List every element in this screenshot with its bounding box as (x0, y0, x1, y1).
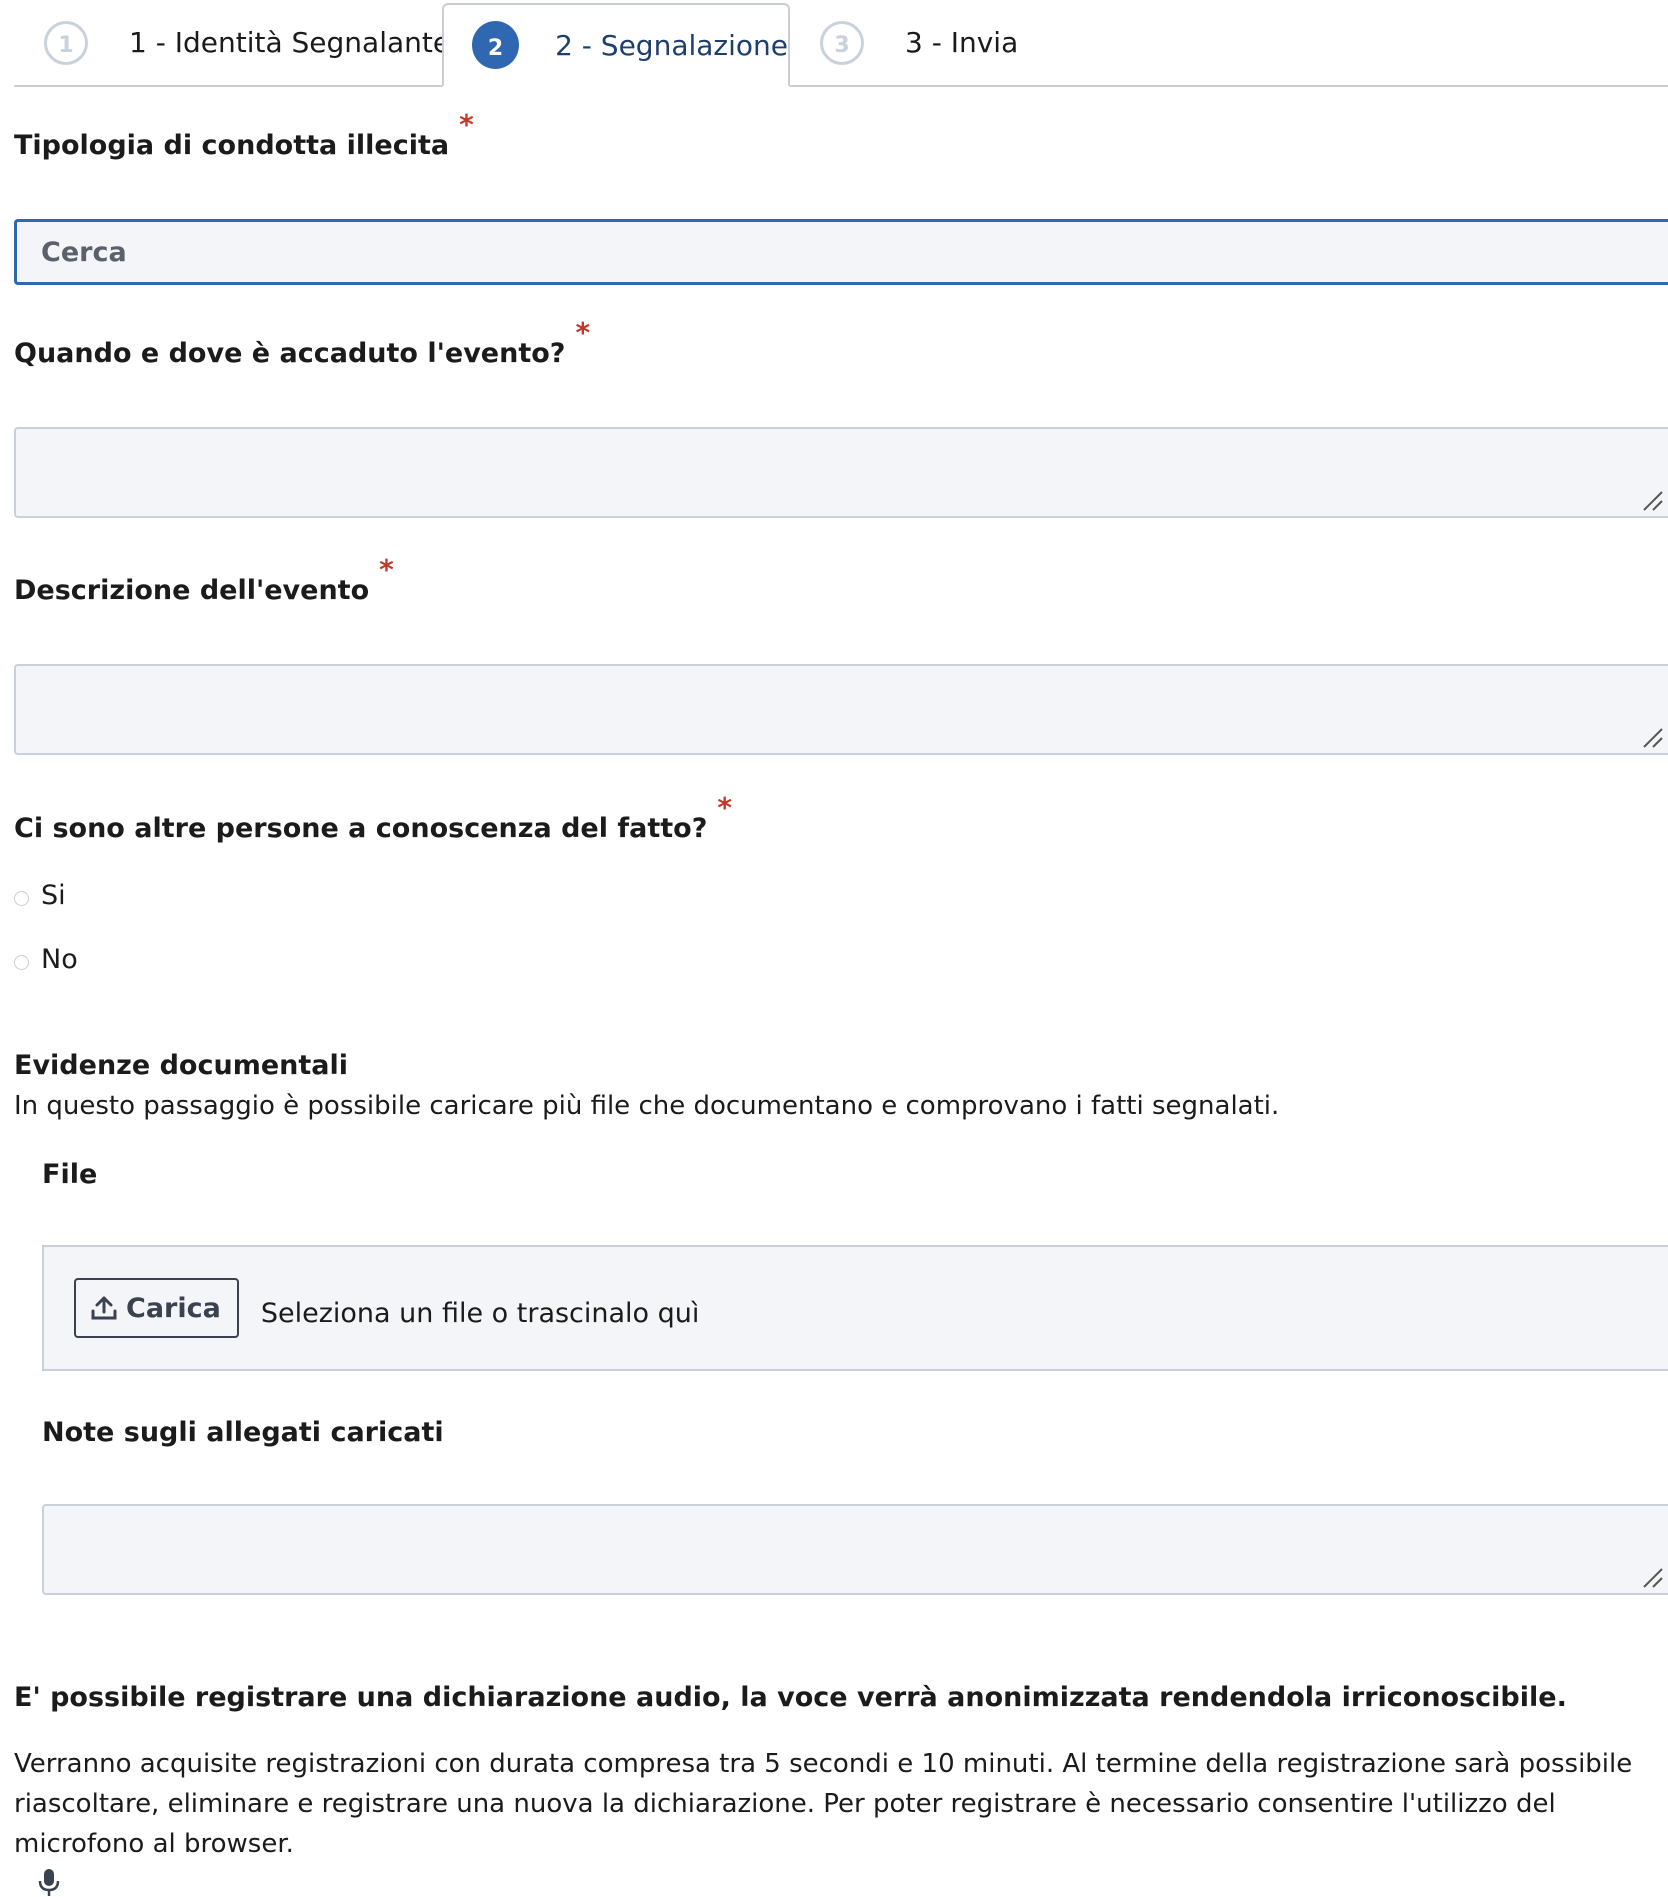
attachment-notes-textarea[interactable] (42, 1504, 1668, 1595)
upload-button-label: Carica (126, 1292, 221, 1324)
required-asterisk: * (717, 791, 733, 824)
radio-label: No (41, 944, 78, 975)
conduct-type-search-input[interactable] (39, 235, 1668, 269)
step-label: 2 - Segnalazione (555, 28, 788, 62)
others-aware-label-text: Ci sono altre persone a conoscenza del f… (14, 813, 708, 844)
file-dropzone[interactable]: Carica Seleziona un file o trascinalo qu… (42, 1245, 1668, 1371)
step-tab-identita[interactable]: 1 1 - Identità Segnalante (44, 0, 450, 85)
radio-option-si[interactable]: Si (14, 880, 66, 911)
description-textarea[interactable] (14, 664, 1668, 755)
microphone-icon[interactable] (38, 1868, 60, 1897)
audio-section-title: E' possibile registrare una dichiarazion… (14, 1682, 1567, 1713)
radio-button[interactable] (14, 891, 29, 906)
evidence-help-text: In questo passaggio è possibile caricare… (14, 1091, 1280, 1121)
step-number-badge: 2 (472, 21, 520, 69)
upload-icon (91, 1296, 117, 1320)
conduct-type-search-box (14, 219, 1668, 285)
required-asterisk: * (575, 316, 591, 349)
description-label-text: Descrizione dell'evento (14, 575, 370, 606)
step-label: 1 - Identità Segnalante (129, 26, 451, 59)
file-label: File (42, 1159, 98, 1190)
required-asterisk: * (379, 553, 394, 586)
upload-hint-text: Seleziona un file o trascinalo quì (260, 1297, 700, 1329)
radio-button[interactable] (14, 955, 29, 970)
step-number-badge: 3 (820, 20, 864, 65)
radio-option-no[interactable]: No (14, 944, 78, 975)
conduct-type-label-text: Tipologia di condotta illecita (14, 130, 450, 161)
report-form-page: 1 1 - Identità Segnalante 2 2 - Segnalaz… (0, 0, 1668, 1897)
attachment-notes-label: Note sugli allegati caricati (42, 1417, 444, 1448)
description-label: Descrizione dell'evento * (14, 553, 394, 606)
when-where-label: Quando e dove è accaduto l'evento? * (14, 316, 590, 369)
when-where-textarea[interactable] (14, 427, 1668, 518)
when-where-label-text: Quando e dove è accaduto l'evento? (14, 338, 566, 369)
upload-button[interactable]: Carica (74, 1278, 239, 1338)
evidence-section-title: Evidenze documentali (14, 1050, 348, 1081)
audio-instructions: Verranno acquisite registrazioni con dur… (14, 1749, 1633, 1859)
step-label: 3 - Invia (905, 26, 1019, 59)
radio-label: Si (41, 880, 66, 911)
step-tab-segnalazione[interactable]: 2 2 - Segnalazione (442, 3, 790, 87)
required-asterisk: * (459, 108, 474, 141)
wizard-steps: 1 1 - Identità Segnalante 2 2 - Segnalaz… (14, 0, 1668, 87)
others-aware-label: Ci sono altre persone a conoscenza del f… (14, 791, 732, 844)
step-number-badge: 1 (44, 20, 88, 65)
conduct-type-label: Tipologia di condotta illecita * (14, 108, 474, 161)
step-tab-invia[interactable]: 3 3 - Invia (820, 0, 1018, 85)
